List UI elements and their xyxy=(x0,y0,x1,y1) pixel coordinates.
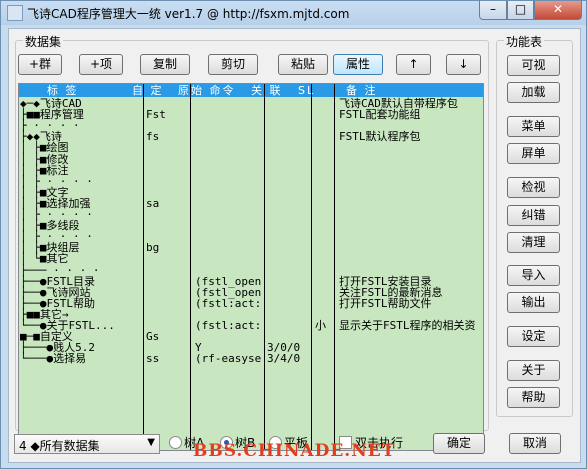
cell-cmd: (fstl_open xyxy=(195,274,262,288)
dataset-select-value: 4 ◆所有数据集 xyxy=(19,439,100,453)
cell-tree: │ ├■修改 xyxy=(20,152,69,166)
watermark-text: BBS.CHINADE.NET xyxy=(193,441,396,461)
close-button[interactable]: ✕ xyxy=(534,1,582,20)
column-separator xyxy=(190,84,191,450)
about-button[interactable]: 关于 xyxy=(507,360,560,381)
col-command-header[interactable]: 原始 命令 xyxy=(178,84,236,97)
cell-cmd: (rf-easyse xyxy=(195,352,262,366)
visible-button[interactable]: 可视 xyxy=(507,55,560,76)
cell-cmd: (fstl:act: xyxy=(195,296,262,310)
title-bar: 飞诗CAD程序管理大一统 ver1.7 @ http://fsxm.mjtd.c… xyxy=(1,1,586,25)
help-button[interactable]: 帮助 xyxy=(507,387,560,408)
settings-button[interactable]: 设定 xyxy=(507,326,560,347)
cell-custom: bg xyxy=(146,241,160,255)
import-button[interactable]: 导入 xyxy=(507,265,560,286)
fix-errors-button[interactable]: 纠错 xyxy=(507,205,560,226)
cell-tree: ├──●FSTL目录 xyxy=(20,274,95,288)
dialog-client: 数据集 功能表 +群 +项 复制 剪切 粘贴 属性 ↑ ↓ 可视加载菜单屏单检视纠错清理导入输… xyxy=(8,28,581,463)
add-item-button[interactable]: +项 xyxy=(79,54,123,75)
app-window: 飞诗CAD程序管理大一统 ver1.7 @ http://fsxm.mjtd.c… xyxy=(0,0,587,469)
cell-note: 打开FSTL安装目录 xyxy=(339,274,432,288)
cell-tree: │ └■其它 xyxy=(20,252,69,266)
column-separator xyxy=(311,84,312,450)
paste-button[interactable]: 粘贴 xyxy=(278,54,328,75)
cell-custom: fs xyxy=(146,130,160,144)
col-custom-header[interactable]: 自 定 xyxy=(132,84,164,97)
column-separator xyxy=(143,84,144,450)
cut-button[interactable]: 剪切 xyxy=(208,54,258,75)
move-up-button[interactable]: ↑ xyxy=(396,54,431,75)
export-button[interactable]: 输出 xyxy=(507,292,560,313)
screen-menu-button[interactable]: 屏单 xyxy=(507,143,560,164)
col-sl-header[interactable]: SL xyxy=(298,84,315,97)
copy-button[interactable]: 复制 xyxy=(140,54,190,75)
cell-custom: sa xyxy=(146,196,160,210)
dataset-tree-grid[interactable]: 标 签自 定原始 命令关 联 SL 备 注 ◆─◆飞诗CAD 飞诗CAD默认自带程序包… xyxy=(18,83,484,451)
cell-tree: │ ├■标注 xyxy=(20,163,69,177)
app-icon xyxy=(7,5,23,21)
cell-link: 3/4/0 xyxy=(267,352,301,366)
column-separator xyxy=(264,84,265,450)
cell-tree: ├─── · · · · xyxy=(20,263,100,277)
minimize-button[interactable]: – xyxy=(479,1,507,20)
chevron-down-icon: ▼ xyxy=(147,437,155,448)
dataset-select[interactable]: 4 ◆所有数据集 ▼ xyxy=(14,434,160,454)
cell-sl: 小 xyxy=(315,319,326,332)
cell-note: 显示关于FSTL程序的相关资 xyxy=(339,319,476,332)
grid-header: 标 签 自 定 原始 命令 关 联 SL 备 注 xyxy=(19,84,483,97)
cancel-button[interactable]: 取消 xyxy=(509,433,561,454)
col-note-header[interactable]: 备 注 xyxy=(346,84,378,97)
load-button[interactable]: 加载 xyxy=(507,82,560,103)
window-title: 飞诗CAD程序管理大一统 ver1.7 @ http://fsxm.mjtd.c… xyxy=(27,7,350,21)
col-label-header[interactable]: 标 签 xyxy=(47,84,79,97)
inspect-button[interactable]: 检视 xyxy=(507,177,560,198)
cell-note: FSTL默认程序包 xyxy=(339,130,421,144)
cell-tree: └───●选择易 xyxy=(20,352,87,366)
add-group-button[interactable]: +群 xyxy=(18,54,62,75)
cell-note: FSTL配套功能组 xyxy=(339,108,421,122)
menu-button[interactable]: 菜单 xyxy=(507,116,560,137)
ok-button[interactable]: 确定 xyxy=(433,433,485,454)
radio-dot xyxy=(169,436,182,449)
cell-note: 打开FSTL帮助文件 xyxy=(339,296,432,310)
col-link-header[interactable]: 关 联 xyxy=(251,84,283,97)
move-down-button[interactable]: ↓ xyxy=(446,54,481,75)
cell-custom: Fst xyxy=(146,108,166,122)
properties-button[interactable]: 属性 xyxy=(333,54,383,75)
dataset-group-title: 数据集 xyxy=(23,33,64,50)
cell-custom: Gs xyxy=(146,330,160,344)
maximize-button[interactable]: □ xyxy=(507,1,534,20)
cell-tree: │ ├■绘图 xyxy=(20,141,69,155)
column-separator xyxy=(334,84,335,450)
cell-custom: ss xyxy=(146,352,160,366)
cell-cmd: (fstl:act: xyxy=(195,319,262,332)
clean-button[interactable]: 清理 xyxy=(507,232,560,253)
functions-group-title: 功能表 xyxy=(504,33,545,50)
